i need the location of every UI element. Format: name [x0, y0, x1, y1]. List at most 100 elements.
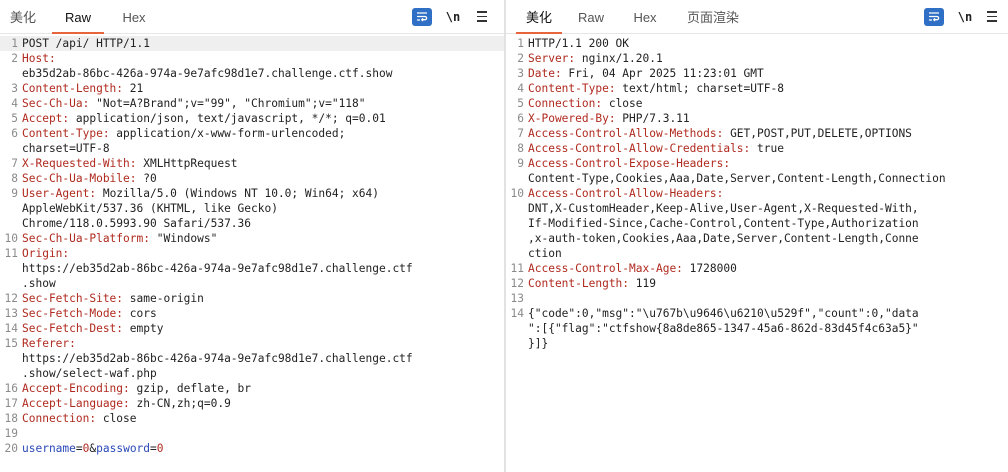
line-text: .show — [22, 276, 56, 291]
response-line[interactable]: 4 Content-Type: text/html; charset=UTF-8 — [506, 81, 1008, 96]
response-line[interactable]: 8 Access-Control-Allow-Credentials: true — [506, 141, 1008, 156]
line-number: 10 — [4, 232, 18, 245]
response-line[interactable]: 9 Access-Control-Expose-Headers: — [506, 156, 1008, 171]
text-segment: HTTP/1.1 200 OK — [528, 37, 630, 50]
header-name: X-Requested-With: — [22, 157, 137, 170]
response-line[interactable]: 6 X-Powered-By: PHP/7.3.11 — [506, 111, 1008, 126]
response-wrap-toggle[interactable] — [924, 8, 944, 26]
response-line[interactable]: 13 — [506, 291, 1008, 306]
line-text: Content-Length: 21 — [22, 81, 143, 96]
request-line[interactable]: 18 Connection: close — [0, 411, 504, 426]
line-text: Host: — [22, 51, 56, 66]
request-menu-icon[interactable] — [475, 8, 489, 26]
response-line[interactable]: 3 Date: Fri, 04 Apr 2025 11:23:01 GMT — [506, 66, 1008, 81]
request-line[interactable]: 10 Sec-Ch-Ua-Platform: "Windows" — [0, 231, 504, 246]
line-text: Access-Control-Allow-Headers: — [528, 186, 723, 201]
request-line[interactable]: 6 Content-Type: application/x-www-form-ur… — [0, 126, 504, 141]
request-line[interactable]: 11 Origin: — [0, 246, 504, 261]
text-segment: DNT,X-CustomHeader,Keep-Alive,User-Agent… — [528, 202, 919, 215]
request-pane: 美化 Raw Hex \n 1 POST /api/ HTTP/1.1 2 Host:… — [0, 0, 504, 472]
request-line[interactable]: 17 Accept-Language: zh-CN,zh;q=0.9 — [0, 396, 504, 411]
response-line[interactable]: If-Modified-Since,Cache-Control,Content-… — [506, 216, 1008, 231]
request-line[interactable]: eb35d2ab-86bc-426a-974a-9e7afc98d1e7.cha… — [0, 66, 504, 81]
request-line[interactable]: 14 Sec-Fetch-Dest: empty — [0, 321, 504, 336]
request-line[interactable]: 20 username=0&password=0 — [0, 441, 504, 456]
request-line[interactable]: Chrome/118.0.5993.90 Safari/537.36 — [0, 216, 504, 231]
line-number: 13 — [510, 292, 524, 305]
text-segment: close — [602, 97, 643, 110]
text-segment: ,x-auth-token,Cookies,Aaa,Date,Server,Co… — [528, 232, 919, 245]
response-line[interactable]: 7 Access-Control-Allow-Methods: GET,POST,… — [506, 126, 1008, 141]
text-segment: .show — [22, 277, 56, 290]
text-segment: https://eb35d2ab-86bc-426a-974a-9e7afc98… — [22, 262, 413, 275]
request-line[interactable]: https://eb35d2ab-86bc-426a-974a-9e7afc98… — [0, 351, 504, 366]
request-line[interactable]: 3 Content-Length: 21 — [0, 81, 504, 96]
response-line[interactable]: ":[{"flag":"ctfshow{8a8de865-1347-45a6-8… — [506, 321, 1008, 336]
request-line[interactable]: .show — [0, 276, 504, 291]
line-text: Access-Control-Max-Age: 1728000 — [528, 261, 737, 276]
response-tab-render[interactable]: 页面渲染 — [682, 8, 744, 34]
header-name: Access-Control-Allow-Headers: — [528, 187, 724, 200]
request-line[interactable]: 9 User-Agent: Mozilla/5.0 (Windows NT 10.… — [0, 186, 504, 201]
line-text: {"code":0,"msg":"\u767b\u9646\u6210\u529… — [528, 306, 919, 321]
line-text: Sec-Fetch-Site: same-origin — [22, 291, 204, 306]
text-segment: If-Modified-Since,Cache-Control,Content-… — [528, 217, 919, 230]
line-text: Access-Control-Expose-Headers: — [528, 156, 730, 171]
response-tab-hex[interactable]: Hex — [630, 8, 660, 34]
request-line[interactable]: 19 — [0, 426, 504, 441]
request-line[interactable]: 7 X-Requested-With: XMLHttpRequest — [0, 156, 504, 171]
header-name: Accept-Language: — [22, 397, 130, 410]
line-number: 7 — [517, 127, 524, 140]
response-tabbar: 美化 Raw Hex 页面渲染 \n — [506, 0, 1008, 34]
request-line[interactable]: 8 Sec-Ch-Ua-Mobile: ?0 — [0, 171, 504, 186]
line-number: 1 — [517, 37, 524, 50]
header-name: Content-Length: — [22, 82, 124, 95]
request-show-newlines-button[interactable]: \n — [444, 8, 462, 26]
request-line[interactable]: 13 Sec-Fetch-Mode: cors — [0, 306, 504, 321]
request-line[interactable]: https://eb35d2ab-86bc-426a-974a-9e7afc98… — [0, 261, 504, 276]
request-line[interactable]: 15 Referer: — [0, 336, 504, 351]
line-number: 9 — [11, 187, 18, 200]
request-line[interactable]: 5 Accept: application/json, text/javascri… — [0, 111, 504, 126]
request-line[interactable]: 2 Host: — [0, 51, 504, 66]
text-segment: XMLHttpRequest — [136, 157, 238, 170]
response-line[interactable]: Content-Type,Cookies,Aaa,Date,Server,Con… — [506, 171, 1008, 186]
response-line[interactable]: 14 {"code":0,"msg":"\u767b\u9646\u6210\u5… — [506, 306, 1008, 321]
request-line[interactable]: 1 POST /api/ HTTP/1.1 — [0, 36, 504, 51]
header-name: Access-Control-Max-Age: — [528, 262, 683, 275]
response-line[interactable]: 5 Connection: close — [506, 96, 1008, 111]
line-number: 7 — [11, 157, 18, 170]
line-text: .show/select-waf.php — [22, 366, 157, 381]
response-show-newlines-button[interactable]: \n — [956, 8, 974, 26]
request-tab-raw[interactable]: Raw — [52, 8, 104, 34]
request-line[interactable]: 12 Sec-Fetch-Site: same-origin — [0, 291, 504, 306]
response-tab-raw[interactable]: Raw — [574, 8, 608, 34]
line-text: Date: Fri, 04 Apr 2025 11:23:01 GMT — [528, 66, 764, 81]
request-line[interactable]: 16 Accept-Encoding: gzip, deflate, br — [0, 381, 504, 396]
response-menu-icon[interactable] — [985, 8, 999, 26]
line-text: Accept: application/json, text/javascrip… — [22, 111, 386, 126]
line-text: User-Agent: Mozilla/5.0 (Windows NT 10.0… — [22, 186, 379, 201]
request-line[interactable]: 4 Sec-Ch-Ua: "Not=A?Brand";v="99", "Chrom… — [0, 96, 504, 111]
response-line[interactable]: 12 Content-Length: 119 — [506, 276, 1008, 291]
request-line[interactable]: .show/select-waf.php — [0, 366, 504, 381]
response-line[interactable]: ction — [506, 246, 1008, 261]
response-tab-pretty[interactable]: 美化 — [516, 8, 562, 34]
response-line[interactable]: 11 Access-Control-Max-Age: 1728000 — [506, 261, 1008, 276]
response-line[interactable]: DNT,X-CustomHeader,Keep-Alive,User-Agent… — [506, 201, 1008, 216]
header-name: Date: — [528, 67, 562, 80]
line-number: 17 — [4, 397, 18, 410]
request-line[interactable]: charset=UTF-8 — [0, 141, 504, 156]
response-line[interactable]: 10 Access-Control-Allow-Headers: — [506, 186, 1008, 201]
request-tab-hex[interactable]: Hex — [112, 8, 156, 34]
line-text: DNT,X-CustomHeader,Keep-Alive,User-Agent… — [528, 201, 919, 216]
response-editor[interactable]: 1 HTTP/1.1 200 OK 2 Server: nginx/1.20.1 3 Da… — [506, 34, 1008, 472]
response-line[interactable]: ,x-auth-token,Cookies,Aaa,Date,Server,Co… — [506, 231, 1008, 246]
request-tab-pretty[interactable]: 美化 — [6, 8, 40, 34]
request-wrap-toggle[interactable] — [412, 8, 432, 26]
request-line[interactable]: AppleWebKit/537.36 (KHTML, like Gecko) — [0, 201, 504, 216]
response-line[interactable]: 1 HTTP/1.1 200 OK — [506, 36, 1008, 51]
response-line[interactable]: }]} — [506, 336, 1008, 351]
response-line[interactable]: 2 Server: nginx/1.20.1 — [506, 51, 1008, 66]
request-editor[interactable]: 1 POST /api/ HTTP/1.1 2 Host: eb35d2ab-86bc-… — [0, 34, 504, 472]
